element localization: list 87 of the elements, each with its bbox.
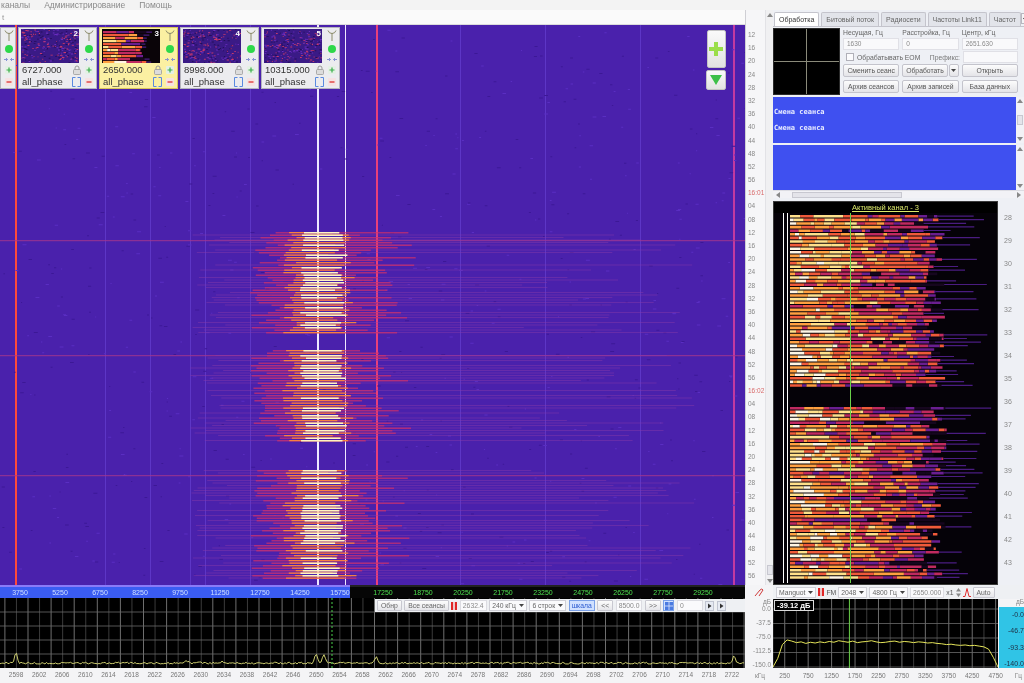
grid-icon — [664, 601, 673, 610]
plus-icon[interactable] — [247, 66, 255, 74]
minus-icon[interactable] — [328, 78, 336, 86]
input-field[interactable] — [963, 51, 1018, 63]
spinner-icon[interactable] — [955, 587, 961, 597]
brackets-icon[interactable] — [234, 76, 243, 87]
scroll-right-icon[interactable] — [1017, 191, 1021, 198]
antenna-icon — [165, 30, 175, 41]
checkbox[interactable] — [846, 53, 854, 61]
scrollbar[interactable] — [1016, 145, 1024, 190]
carrier-line — [848, 599, 850, 668]
channel-number: 4 — [235, 29, 240, 38]
antenna-icon — [327, 30, 337, 41]
constellation-display — [773, 28, 840, 95]
scroll-thumb[interactable] — [1017, 115, 1023, 125]
brackets-icon[interactable] — [315, 76, 324, 87]
channel-mode: all_phase — [22, 76, 63, 87]
scroll-down-icon[interactable] — [766, 579, 773, 583]
triangle-icon[interactable] — [705, 600, 715, 611]
arrows-icon[interactable] — [327, 57, 337, 62]
brackets-icon[interactable] — [72, 76, 81, 87]
plus-icon[interactable] — [328, 66, 336, 74]
scroll-up-icon[interactable] — [1017, 99, 1023, 103]
scroll-up-icon[interactable] — [1017, 147, 1023, 151]
minus-icon[interactable] — [85, 78, 93, 86]
channel-frequency: 8998.000 — [184, 64, 224, 75]
arrows-icon[interactable] — [3, 57, 14, 62]
scroll-down-icon[interactable] — [1017, 137, 1023, 141]
channel-number: 2 — [73, 29, 78, 38]
caret-icon — [951, 69, 957, 72]
brackets-icon[interactable] — [153, 76, 162, 87]
channel-mode: all_phase — [184, 76, 225, 87]
down-button[interactable] — [706, 70, 726, 90]
pause-icon[interactable] — [818, 588, 825, 596]
scroll-thumb[interactable] — [766, 565, 773, 575]
caret-icon — [558, 604, 564, 607]
grid-toggle-button[interactable] — [663, 600, 675, 611]
channel-number: 5 — [316, 29, 321, 38]
channel-frequency: 10315.000 — [265, 64, 310, 75]
antenna-icon — [84, 30, 94, 41]
minus-icon[interactable] — [247, 78, 255, 86]
menu-item[interactable]: Помощь — [139, 1, 173, 10]
lock-icon — [316, 64, 324, 75]
antenna-icon — [3, 30, 14, 41]
channel-frequency: 6727.000 — [22, 64, 62, 75]
channel-card[interactable]: 2 6727.000 all_phase — [18, 27, 97, 89]
channel-mode: all_phase — [103, 76, 144, 87]
lock-icon — [235, 64, 243, 75]
antenna-icon — [246, 30, 256, 41]
lock-icon — [73, 64, 81, 75]
lock-icon — [154, 64, 162, 75]
arrows-icon[interactable] — [246, 57, 256, 62]
peak-icon[interactable] — [962, 587, 971, 597]
scroll-thumb[interactable] — [792, 191, 902, 198]
dropdown-button[interactable] — [948, 64, 959, 77]
caret-icon — [900, 590, 905, 594]
channel-frequency: 2650.000 — [103, 64, 143, 75]
arrows-icon[interactable] — [165, 57, 175, 62]
caret-icon — [859, 590, 865, 594]
plus-icon[interactable] — [4, 66, 13, 74]
down-arrow-icon — [710, 75, 722, 85]
scrollbar[interactable] — [765, 10, 773, 585]
menu-item[interactable]: каналы — [1, 1, 31, 10]
scrollbar[interactable] — [1016, 97, 1024, 143]
channel-mode: all_phase — [265, 76, 306, 87]
scroll-down-icon[interactable] — [1017, 184, 1023, 188]
plus-icon[interactable] — [166, 66, 174, 74]
channel-card[interactable]: 4 8998.000 all_phase — [180, 27, 259, 89]
minus-icon[interactable] — [166, 78, 174, 86]
channel-card[interactable] — [0, 27, 16, 89]
channel-card[interactable]: 5 10315.000 all_phase — [261, 27, 340, 89]
menu-item[interactable]: Администрирование — [44, 1, 126, 10]
triangle-icon[interactable] — [716, 600, 726, 611]
channel-card[interactable]: 3 2650.000 all_phase — [99, 27, 178, 89]
plus-icon[interactable] — [85, 66, 93, 74]
minus-icon[interactable] — [4, 78, 13, 86]
scroll-up-icon[interactable] — [766, 13, 773, 17]
caret-icon — [518, 604, 524, 607]
scroll-left-icon[interactable] — [776, 191, 780, 198]
toolbar-label: t — [2, 12, 5, 22]
pause-icon[interactable] — [451, 601, 458, 610]
scrollbar[interactable] — [773, 190, 1024, 198]
caret-icon — [808, 590, 814, 594]
scribble-icon[interactable] — [754, 587, 764, 597]
channel-number: 3 — [154, 29, 159, 38]
plus-icon — [709, 42, 723, 56]
arrows-icon[interactable] — [84, 57, 94, 62]
